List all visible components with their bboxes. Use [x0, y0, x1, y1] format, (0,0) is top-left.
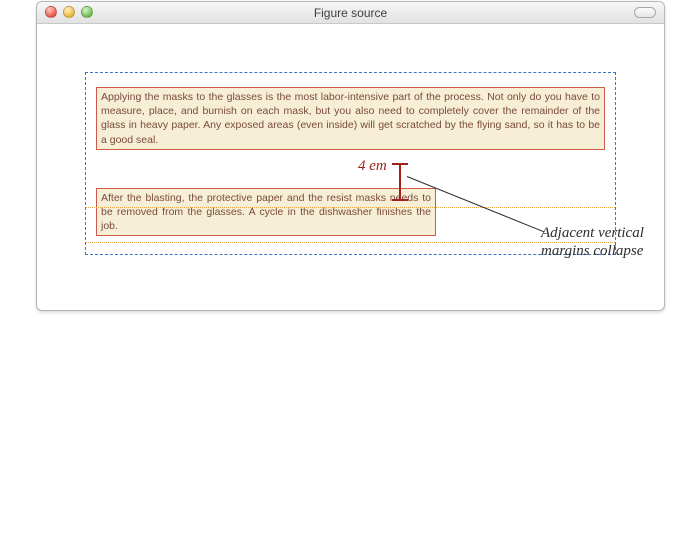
measure-tick-bottom [392, 199, 408, 201]
measure-bar [399, 163, 401, 199]
paragraph-2: After the blasting, the protective paper… [96, 188, 436, 237]
window-title: Figure source [37, 2, 664, 24]
callout-text: Adjacent vertical margins collapse [541, 224, 661, 260]
gap-measurement-label: 4 em [358, 158, 387, 175]
titlebar: Figure source [37, 2, 664, 24]
paragraph-1: Applying the masks to the glasses is the… [96, 87, 605, 150]
toolbar-pill-icon[interactable] [634, 7, 656, 18]
window-content: Applying the masks to the glasses is the… [37, 24, 664, 310]
browser-window: Figure source Applying the masks to the … [36, 1, 665, 311]
